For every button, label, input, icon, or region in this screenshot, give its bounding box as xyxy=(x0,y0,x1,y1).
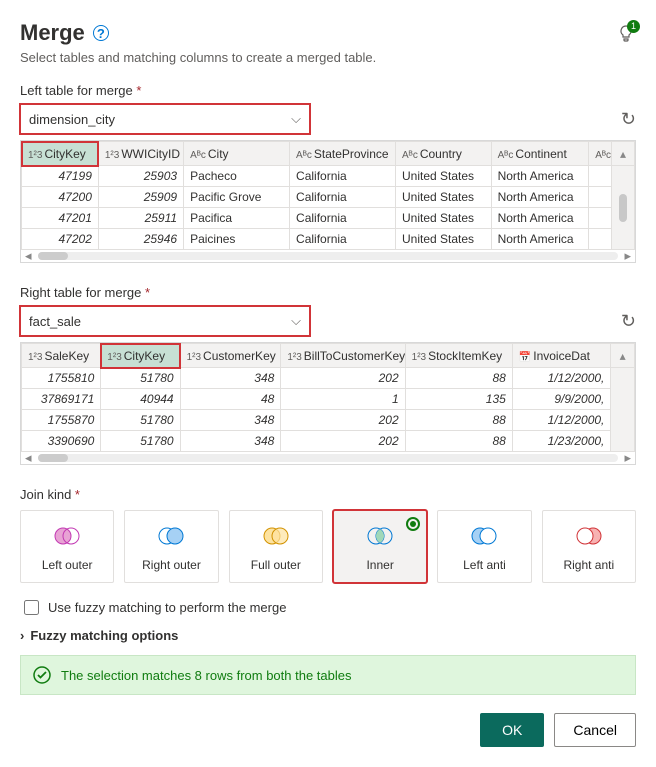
table-row: 175587051780348202881/12/2000, xyxy=(22,410,635,431)
col-salekey[interactable]: 1²3SaleKey xyxy=(22,344,101,368)
table-header-row: 1²3SaleKey 1²3CityKey 1²3CustomerKey 1²3… xyxy=(22,344,635,368)
col-country[interactable]: AᴮcCountry xyxy=(396,142,492,166)
left-table-label: Left table for merge xyxy=(20,83,636,98)
dialog-subtitle: Select tables and matching columns to cr… xyxy=(20,50,636,65)
fuzzy-expander-label: Fuzzy matching options xyxy=(30,628,178,643)
chevron-right-icon: › xyxy=(20,628,24,643)
join-right-outer[interactable]: Right outer xyxy=(124,510,218,583)
left-table-preview: 1²3CityKey 1²3WWICityID AᴮcCity AᴮcState… xyxy=(20,140,636,263)
col-customerkey[interactable]: 1²3CustomerKey xyxy=(180,344,281,368)
join-left-outer[interactable]: Left outer xyxy=(20,510,114,583)
col-citykey[interactable]: 1²3CityKey xyxy=(22,142,99,166)
fuzzy-options-expander[interactable]: › Fuzzy matching options xyxy=(20,628,636,643)
notification-badge: 1 xyxy=(627,20,640,33)
col-city[interactable]: AᴮcCity xyxy=(184,142,290,166)
horizontal-scrollbar[interactable]: ◂▸ xyxy=(21,452,635,464)
join-kind-options: Left outer Right outer Full outer Inner … xyxy=(20,510,636,583)
table-header-row: 1²3CityKey 1²3WWICityID AᴮcCity AᴮcState… xyxy=(22,142,635,166)
col-continent[interactable]: AᴮcContinent xyxy=(491,142,589,166)
table-row: 4719925903PachecoCaliforniaUnited States… xyxy=(22,166,635,187)
chevron-down-icon: ⌵ xyxy=(291,111,301,127)
cancel-button[interactable]: Cancel xyxy=(554,713,636,747)
vertical-scrollbar[interactable] xyxy=(612,166,635,250)
table-row: 175581051780348202881/12/2000, xyxy=(22,368,635,389)
ok-button[interactable]: OK xyxy=(480,713,544,747)
horizontal-scrollbar[interactable]: ◂▸ xyxy=(21,250,635,262)
table-row: 4720025909Pacific GroveCaliforniaUnited … xyxy=(22,187,635,208)
chevron-down-icon: ⌵ xyxy=(291,313,301,329)
left-dropdown-value: dimension_city xyxy=(29,112,115,127)
join-inner[interactable]: Inner xyxy=(333,510,427,583)
status-message: The selection matches 8 rows from both t… xyxy=(61,668,351,683)
table-row: 339069051780348202881/23/2000, xyxy=(22,431,635,452)
fuzzy-checkbox[interactable] xyxy=(24,600,39,615)
refresh-icon[interactable]: ↻ xyxy=(621,311,636,332)
dialog-buttons: OK Cancel xyxy=(20,713,636,747)
suggestions-icon[interactable]: 1 xyxy=(616,24,636,47)
help-icon[interactable]: ? xyxy=(93,25,109,41)
dialog-header: Merge ? 1 xyxy=(20,20,636,50)
title-text: Merge xyxy=(20,20,85,46)
fuzzy-checkbox-label: Use fuzzy matching to perform the merge xyxy=(48,600,286,615)
right-table-label: Right table for merge xyxy=(20,285,636,300)
join-right-anti[interactable]: Right anti xyxy=(542,510,636,583)
col-stockitemkey[interactable]: 1²3StockItemKey xyxy=(405,344,512,368)
fuzzy-checkbox-row[interactable]: Use fuzzy matching to perform the merge xyxy=(20,597,636,618)
right-dropdown-value: fact_sale xyxy=(29,314,81,329)
scroll-up-icon[interactable]: ▴ xyxy=(611,344,635,368)
right-table-dropdown[interactable]: fact_sale ⌵ xyxy=(20,306,310,336)
join-full-outer[interactable]: Full outer xyxy=(229,510,323,583)
table-row: 37869171409444811359/9/2000, xyxy=(22,389,635,410)
join-left-anti[interactable]: Left anti xyxy=(437,510,531,583)
vertical-scrollbar[interactable] xyxy=(611,368,635,452)
table-row: 4720225946PaicinesCaliforniaUnited State… xyxy=(22,229,635,250)
join-kind-label: Join kind xyxy=(20,487,636,502)
refresh-icon[interactable]: ↻ xyxy=(621,109,636,130)
selected-radio-icon xyxy=(406,517,420,531)
success-check-icon xyxy=(33,666,51,684)
col-billtocustomerkey[interactable]: 1²3BillToCustomerKey xyxy=(281,344,405,368)
col-wwicityid[interactable]: 1²3WWICityID xyxy=(98,142,183,166)
table-row: 4720125911PacificaCaliforniaUnited State… xyxy=(22,208,635,229)
left-table-dropdown[interactable]: dimension_city ⌵ xyxy=(20,104,310,134)
col-invoicedate[interactable]: 📅InvoiceDat xyxy=(512,344,611,368)
status-bar: The selection matches 8 rows from both t… xyxy=(20,655,636,695)
col-citykey[interactable]: 1²3CityKey xyxy=(101,344,180,368)
dialog-title: Merge ? xyxy=(20,20,109,46)
scroll-up-icon[interactable]: ▴ xyxy=(612,142,635,166)
right-table-preview: 1²3SaleKey 1²3CityKey 1²3CustomerKey 1²3… xyxy=(20,342,636,465)
col-more[interactable]: Aᴮc xyxy=(589,142,612,166)
col-stateprovince[interactable]: AᴮcStateProvince xyxy=(290,142,396,166)
